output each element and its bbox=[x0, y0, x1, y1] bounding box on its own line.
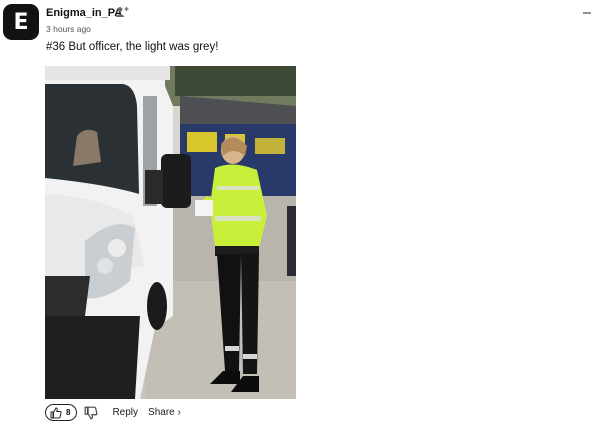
timestamp: 3 hours ago bbox=[46, 24, 91, 34]
comment-text: #36 But officer, the light was grey! bbox=[46, 41, 219, 53]
like-button[interactable]: 8 bbox=[45, 404, 78, 421]
follow-user-icon[interactable] bbox=[115, 6, 129, 18]
comment-image[interactable] bbox=[45, 66, 296, 399]
reply-button[interactable]: Reply bbox=[112, 407, 138, 418]
thumbs-up-icon bbox=[50, 406, 62, 418]
username[interactable]: Enigma_in_PA bbox=[46, 7, 122, 19]
avatar[interactable]: E bbox=[3, 4, 39, 40]
share-label: Share bbox=[148, 407, 175, 418]
chevron-right-icon: › bbox=[177, 407, 181, 418]
officer-photo-icon bbox=[45, 66, 296, 399]
comment-actions: 8 Reply Share › bbox=[45, 403, 181, 422]
like-count: 8 bbox=[66, 408, 71, 417]
collapse-icon[interactable] bbox=[582, 11, 592, 15]
share-button[interactable]: Share › bbox=[148, 407, 181, 418]
thumbs-down-icon[interactable] bbox=[84, 406, 98, 420]
